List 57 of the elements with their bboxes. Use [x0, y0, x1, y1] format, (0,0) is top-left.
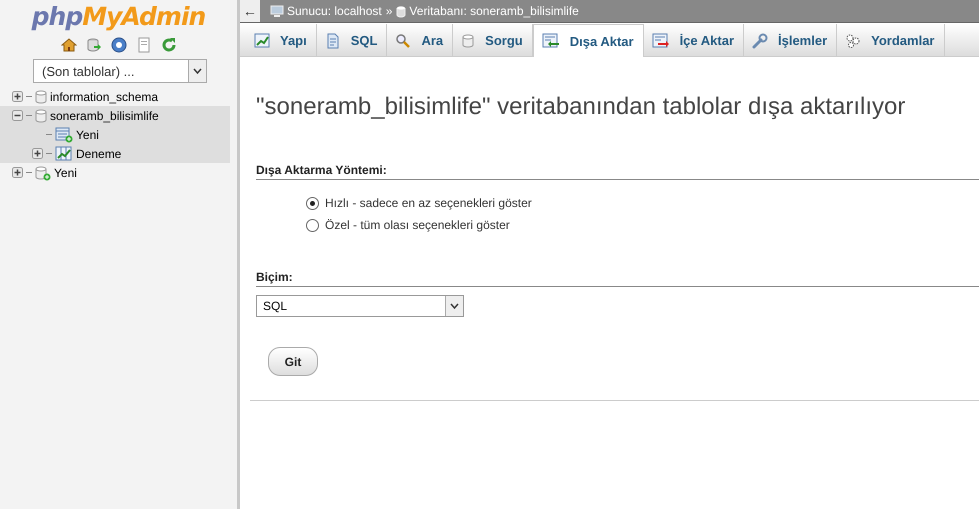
tree-row[interactable]: Deneme [0, 144, 230, 163]
section-title: Dışa Aktarma Yöntemi: [256, 163, 979, 180]
search-icon [395, 32, 412, 48]
tree-row[interactable]: information_schema [0, 87, 230, 106]
document-icon[interactable] [136, 37, 152, 53]
tree-row[interactable]: soneramb_bilisimlife [0, 106, 230, 125]
breadcrumb-separator: » [386, 4, 392, 18]
tab[interactable]: Sorgu [453, 24, 533, 57]
tree-item-label[interactable]: Yeni [54, 166, 77, 180]
breadcrumb-link[interactable]: Veritabanı: soneramb_bilisimlife [396, 4, 579, 18]
add-table-icon [55, 126, 73, 142]
tab[interactable]: İşlemler [744, 24, 838, 57]
structure-icon [55, 146, 73, 162]
section-title: Biçim: [256, 270, 979, 287]
home-icon[interactable] [60, 37, 76, 53]
tree-item-label[interactable]: Yeni [76, 128, 99, 142]
radio-button[interactable] [306, 218, 319, 232]
document-icon [324, 32, 341, 48]
page-heading: "soneramb_bilisimlife" veritabanından tablolar dışa aktarılıyor [256, 93, 906, 121]
tab[interactable]: Dışa Aktar [532, 24, 644, 57]
back-button[interactable]: ← [240, 0, 260, 22]
radio-option[interactable]: Hızlı - sadece en az seçenekleri göster [306, 196, 979, 210]
collapse-icon[interactable] [12, 110, 23, 121]
import-icon [652, 32, 670, 48]
tree-item-label[interactable]: information_schema [50, 90, 158, 104]
tab[interactable]: Yordamlar [837, 24, 944, 57]
radio-option[interactable]: Özel - tüm olası seçenekleri göster [306, 218, 979, 232]
tab[interactable]: İçe Aktar [644, 24, 744, 57]
database-icon [35, 90, 47, 104]
expand-icon[interactable] [12, 91, 23, 102]
logo[interactable]: phpMyAdmin [0, 0, 237, 31]
structure-icon [254, 32, 270, 48]
reload-icon[interactable] [160, 37, 176, 53]
tree-row[interactable]: Yeni [0, 125, 230, 144]
wrench-icon [752, 32, 768, 48]
export-icon [542, 33, 560, 49]
breadcrumb-link[interactable]: Sunucu: localhost [270, 4, 382, 18]
tab[interactable]: SQL [316, 24, 388, 57]
go-button[interactable]: Git [268, 347, 318, 376]
add-database-icon [35, 164, 51, 180]
recent-tables-dropdown[interactable]: (Son tablolar) ... [33, 59, 207, 83]
tree-item-label[interactable]: Deneme [76, 146, 122, 160]
database-icon [396, 4, 406, 18]
monitor-icon [270, 4, 284, 18]
tree-row[interactable]: Yeni [0, 163, 230, 182]
format-dropdown[interactable]: SQL [256, 295, 464, 317]
exit-icon[interactable] [86, 37, 102, 53]
database-icon [35, 108, 47, 122]
expand-icon[interactable] [32, 148, 43, 159]
tab[interactable]: Ara [387, 24, 454, 57]
tree-item-label[interactable]: soneramb_bilisimlife [50, 108, 159, 122]
tab[interactable]: Yapı [246, 24, 317, 57]
expand-icon[interactable] [12, 167, 23, 178]
caret-icon[interactable] [445, 296, 463, 316]
database-icon [461, 32, 476, 48]
caret-icon[interactable] [188, 60, 206, 82]
radio-button[interactable] [306, 196, 319, 210]
